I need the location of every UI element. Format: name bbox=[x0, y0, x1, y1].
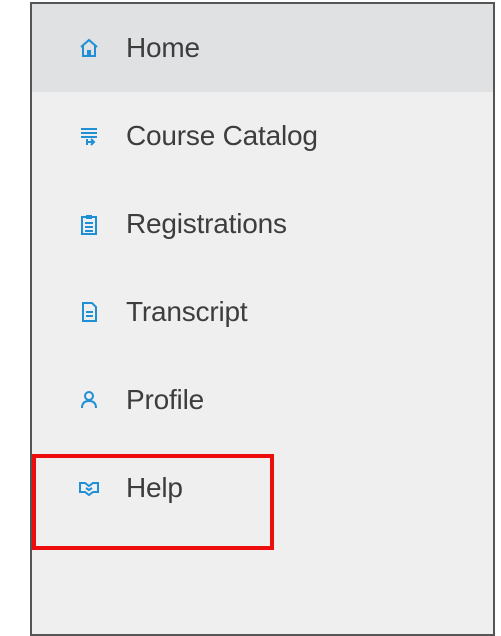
sidebar-menu: Home Course Catalog Registrations Transc… bbox=[32, 4, 493, 532]
sidebar-item-label: Registrations bbox=[126, 208, 287, 239]
sidebar-item-course-catalog[interactable]: Course Catalog bbox=[32, 92, 493, 180]
sidebar-item-home[interactable]: Home bbox=[32, 4, 493, 92]
clipboard-icon bbox=[78, 213, 100, 235]
user-icon bbox=[78, 389, 100, 411]
sidebar-item-label: Transcript bbox=[126, 296, 248, 327]
sidebar-item-label: Profile bbox=[126, 384, 204, 415]
document-icon bbox=[78, 301, 100, 323]
sidebar-item-label: Course Catalog bbox=[126, 120, 318, 151]
help-highlight-box bbox=[32, 454, 274, 550]
sidebar-item-registrations[interactable]: Registrations bbox=[32, 180, 493, 268]
home-icon bbox=[78, 37, 100, 59]
catalog-icon bbox=[78, 125, 100, 147]
sidebar-item-transcript[interactable]: Transcript bbox=[32, 268, 493, 356]
sidebar-item-profile[interactable]: Profile bbox=[32, 356, 493, 444]
sidebar-item-label: Home bbox=[126, 32, 200, 63]
